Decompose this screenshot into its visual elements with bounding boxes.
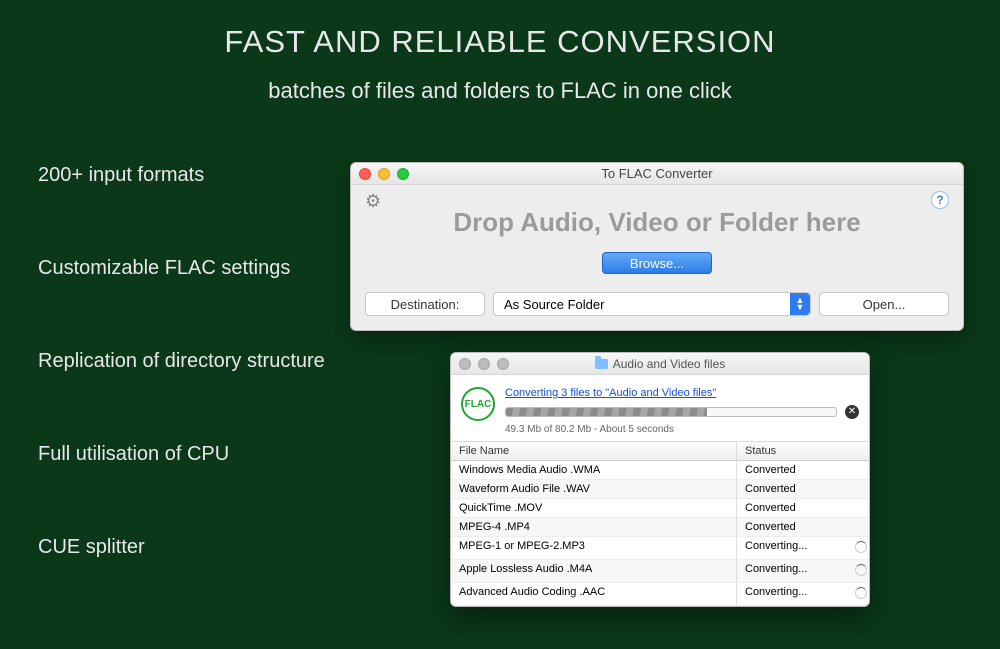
spinner-icon (855, 587, 867, 599)
hero-title: FAST AND RELIABLE CONVERSION (0, 24, 1000, 60)
cell-filename: Apple Lossless Audio .M4A (451, 560, 737, 582)
spinner-icon (855, 541, 867, 553)
window-titlebar: To FLAC Converter (351, 163, 963, 185)
table-row[interactable]: MPEG-4 .MP4Converted (451, 518, 869, 537)
feature-item: Customizable FLAC settings (38, 257, 325, 280)
drop-window: To FLAC Converter ⚙ ? Drop Audio, Video … (350, 162, 964, 331)
table-header: File Name Status (451, 442, 869, 461)
progress-fill (506, 408, 707, 416)
table-row[interactable]: QuickTime .MOVConverted (451, 499, 869, 518)
cell-filename: Windows Media Audio .WMA (451, 461, 737, 479)
progress-window: Audio and Video files FLAC Converting 3 … (450, 352, 870, 607)
feature-item: CUE splitter (38, 536, 325, 559)
col-header-name[interactable]: File Name (451, 442, 737, 460)
window-titlebar: Audio and Video files (451, 353, 869, 375)
feature-item: 200+ input formats (38, 164, 325, 187)
cell-filename: Waveform Audio File .WAV (451, 480, 737, 498)
file-table: File Name Status Windows Media Audio .WM… (451, 442, 869, 606)
browse-button[interactable]: Browse... (602, 252, 712, 274)
cell-status: Converted (737, 461, 847, 479)
window-title: Audio and Video files (451, 357, 869, 371)
cell-filename: Advanced Audio Coding .AAC (451, 583, 737, 605)
gear-icon[interactable]: ⚙ (365, 191, 381, 212)
window-title: To FLAC Converter (351, 166, 963, 181)
table-row[interactable]: Waveform Audio File .WAVConverted (451, 480, 869, 499)
cancel-icon[interactable]: ✕ (845, 405, 859, 419)
cell-status: Converted (737, 499, 847, 517)
cell-filename: MPEG-1 or MPEG-2.MP3 (451, 537, 737, 559)
feature-list: 200+ input formats Customizable FLAC set… (38, 164, 325, 559)
cell-status: Converted (737, 480, 847, 498)
help-icon[interactable]: ? (931, 191, 949, 209)
table-row[interactable]: MPEG-1 or MPEG-2.MP3Converting... (451, 537, 869, 560)
cell-status: Converting... (737, 537, 847, 559)
cell-filename: MPEG-4 .MP4 (451, 518, 737, 536)
cell-status: Converting... (737, 560, 847, 582)
feature-item: Replication of directory structure (38, 350, 325, 373)
table-row[interactable]: Windows Media Audio .WMAConverted (451, 461, 869, 480)
destination-combo[interactable]: As Source Folder ▲▼ (493, 292, 811, 316)
spinner-icon (855, 564, 867, 576)
table-row[interactable]: Advanced Audio Coding .AACConverting... (451, 583, 869, 606)
hero-subtitle: batches of files and folders to FLAC in … (0, 78, 1000, 104)
progress-bar (505, 407, 837, 417)
cell-filename: QuickTime .MOV (451, 499, 737, 517)
folder-icon (595, 359, 608, 369)
destination-value: As Source Folder (504, 297, 604, 312)
drop-zone-label[interactable]: Drop Audio, Video or Folder here (365, 207, 949, 238)
col-header-status[interactable]: Status (737, 442, 847, 460)
flac-badge-icon: FLAC (461, 387, 495, 421)
chevron-updown-icon: ▲▼ (790, 293, 810, 315)
feature-item: Full utilisation of CPU (38, 443, 325, 466)
converting-status-link[interactable]: Converting 3 files to "Audio and Video f… (505, 387, 716, 399)
open-button[interactable]: Open... (819, 292, 949, 316)
destination-button[interactable]: Destination: (365, 292, 485, 316)
cell-status: Converted (737, 518, 847, 536)
table-row[interactable]: Apple Lossless Audio .M4AConverting... (451, 560, 869, 583)
progress-detail: 49.3 Mb of 80.2 Mb - About 5 seconds (505, 424, 859, 435)
cell-status: Converting... (737, 583, 847, 605)
